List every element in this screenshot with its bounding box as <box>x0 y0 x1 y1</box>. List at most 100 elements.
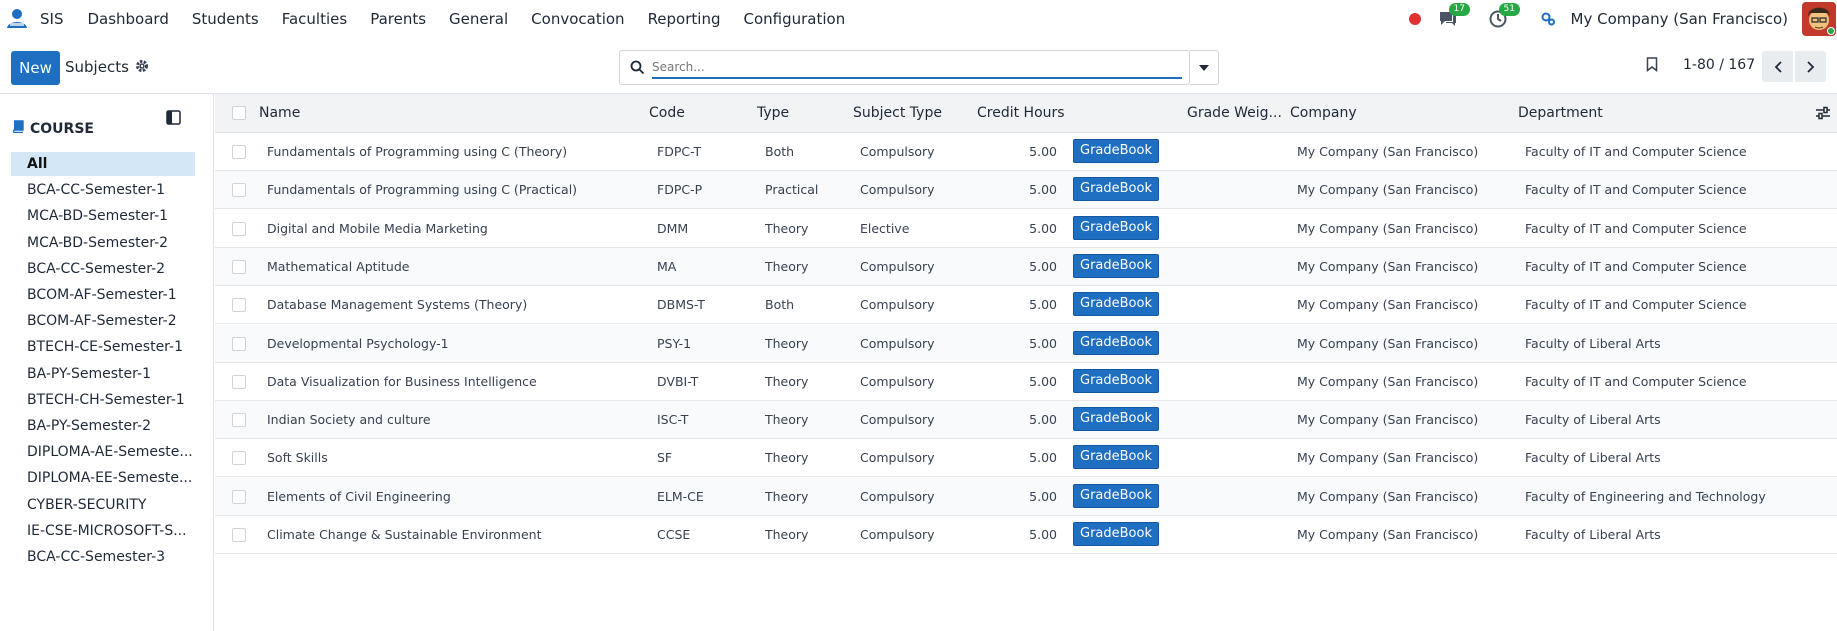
row-checkbox[interactable] <box>232 298 246 313</box>
row-checkbox[interactable] <box>232 145 246 159</box>
menu-faculties[interactable]: Faculties <box>282 10 347 28</box>
cell-company: My Company (San Francisco) <box>1297 450 1479 466</box>
cell-credit-hours: 5.00 <box>1029 220 1057 236</box>
cell-subject-type: Compulsory <box>860 527 935 542</box>
cell-code: MA <box>657 258 677 274</box>
cell-name: Soft Skills <box>267 450 328 466</box>
row-checkbox[interactable] <box>232 221 246 236</box>
gradebook-button[interactable]: GradeBook <box>1073 292 1159 317</box>
menu-reporting[interactable]: Reporting <box>648 10 721 28</box>
messages-icon[interactable]: 17 <box>1437 2 1470 30</box>
row-checkbox[interactable] <box>232 183 246 198</box>
sidebar-item-course[interactable]: BA-PY-Semester-2 <box>11 414 195 438</box>
app-logo-icon[interactable] <box>4 6 30 32</box>
gradebook-button[interactable]: GradeBook <box>1073 445 1159 470</box>
sidebar-item-course[interactable]: MCA-BD-Semester-2 <box>11 231 195 255</box>
cell-company: My Company (San Francisco) <box>1297 144 1479 159</box>
optional-columns-icon[interactable] <box>1815 106 1831 124</box>
row-checkbox[interactable] <box>232 489 246 504</box>
table-row[interactable]: Elements of Civil Engineering ELM-CE Theor… <box>215 477 1837 516</box>
table-row[interactable]: Database Management Systems (Theory) DBMS… <box>215 286 1837 325</box>
app-name[interactable]: SIS <box>40 10 63 28</box>
cell-type: Theory <box>765 488 809 504</box>
table-row[interactable]: Digital and Mobile Media Marketing DMM The… <box>215 210 1837 248</box>
cell-name: Fundamentals of Programming using C (The… <box>267 144 568 159</box>
table-row[interactable]: Soft Skills SF Theory Compulsory 5.00 GradeBo… <box>215 439 1837 478</box>
row-checkbox[interactable] <box>232 374 246 389</box>
switch-company-icon[interactable] <box>1537 8 1559 30</box>
menu-parents[interactable]: Parents <box>370 10 426 28</box>
column-credit-hours[interactable]: Credit Hours <box>977 105 1065 121</box>
select-all-checkbox[interactable] <box>232 106 246 120</box>
bookmark-icon[interactable] <box>1646 57 1658 76</box>
table-row[interactable]: Indian Society and culture ISC-T Theory Com… <box>215 401 1837 440</box>
row-checkbox[interactable] <box>232 451 246 466</box>
menu-convocation[interactable]: Convocation <box>531 10 624 28</box>
table-row[interactable]: Developmental Psychology-1 PSY-1 Theory Com… <box>215 324 1837 363</box>
gradebook-button[interactable]: GradeBook <box>1073 253 1159 278</box>
gradebook-button[interactable]: GradeBook <box>1073 139 1159 163</box>
cell-credit-hours: 5.00 <box>1029 488 1057 504</box>
table-row[interactable]: Climate Change & Sustainable Environment… <box>215 516 1837 554</box>
column-company[interactable]: Company <box>1290 105 1357 121</box>
gradebook-button[interactable]: GradeBook <box>1073 330 1159 355</box>
column-code[interactable]: Code <box>649 105 685 121</box>
sidebar-item-course[interactable]: CYBER-SECURITY <box>11 493 195 517</box>
sidebar-item-course[interactable]: MCA-BD-Semester-1 <box>11 204 195 228</box>
column-department[interactable]: Department <box>1518 105 1603 121</box>
menu-dashboard[interactable]: Dashboard <box>87 10 168 28</box>
cell-name: Data Visualization for Business Intellig… <box>267 373 537 389</box>
cell-subject-type: Compulsory <box>860 450 935 466</box>
menu-students[interactable]: Students <box>192 10 259 28</box>
column-subject-type[interactable]: Subject Type <box>853 105 942 121</box>
search-input[interactable] <box>652 57 1182 79</box>
table-row[interactable]: Fundamentals of Programming using C (Pra… <box>215 171 1837 210</box>
gradebook-button[interactable]: GradeBook <box>1073 483 1159 508</box>
gradebook-button[interactable]: GradeBook <box>1073 368 1159 393</box>
activities-icon[interactable]: 51 <box>1487 2 1520 30</box>
pager-value[interactable]: 1-80 / 167 <box>1683 57 1755 73</box>
row-checkbox[interactable] <box>232 336 246 351</box>
sidebar-item-course[interactable]: BCA-CC-Semester-2 <box>11 257 195 281</box>
sidebar-item-course[interactable]: BTECH-CH-Semester-1 <box>11 388 195 412</box>
column-type[interactable]: Type <box>757 105 789 121</box>
cell-department: Faculty of Liberal Arts <box>1525 335 1661 351</box>
pager-next-button[interactable] <box>1795 51 1826 82</box>
sidebar-collapse-icon[interactable] <box>166 110 181 129</box>
cell-type: Theory <box>765 335 809 351</box>
sidebar-item-course[interactable]: DIPLOMA-EE-Semeste... <box>11 466 195 490</box>
cell-department: Faculty of Engineering and Technology <box>1525 488 1766 504</box>
sidebar-item-course[interactable]: BCOM-AF-Semester-2 <box>11 309 195 333</box>
sidebar-item-course[interactable]: IE-CSE-MICROSOFT-S... <box>11 519 195 543</box>
sidebar-item-course[interactable]: BTECH-CE-Semester-1 <box>11 335 195 359</box>
sidebar-item-course[interactable]: BCOM-AF-Semester-1 <box>11 283 195 307</box>
pager-previous-button[interactable] <box>1762 51 1793 82</box>
sidebar-item-all[interactable]: All <box>11 152 195 176</box>
gear-icon[interactable] <box>135 59 149 77</box>
record-icon[interactable] <box>1408 12 1421 25</box>
gradebook-button[interactable]: GradeBook <box>1073 177 1159 202</box>
column-name[interactable]: Name <box>259 105 300 121</box>
table-row[interactable]: Fundamentals of Programming using C (The… <box>215 133 1837 171</box>
cell-code: FDPC-T <box>657 144 702 159</box>
sidebar-item-course[interactable]: BCA-CC-Semester-3 <box>11 545 195 569</box>
menu-configuration[interactable]: Configuration <box>743 10 845 28</box>
new-button[interactable]: New <box>11 51 60 85</box>
company-switcher[interactable]: My Company (San Francisco) <box>1571 10 1788 28</box>
cell-code: PSY-1 <box>657 335 692 351</box>
row-checkbox[interactable] <box>232 259 246 274</box>
search-options-toggle[interactable] <box>1190 50 1219 85</box>
row-checkbox[interactable] <box>232 413 246 428</box>
user-avatar[interactable] <box>1802 1 1836 36</box>
sidebar-item-course[interactable]: BCA-CC-Semester-1 <box>11 178 195 202</box>
gradebook-button[interactable]: GradeBook <box>1073 407 1159 432</box>
row-checkbox[interactable] <box>232 528 246 542</box>
gradebook-button[interactable]: GradeBook <box>1073 215 1159 240</box>
gradebook-button[interactable]: GradeBook <box>1073 522 1159 546</box>
table-row[interactable]: Mathematical Aptitude MA Theory Compulsory 5… <box>215 247 1837 286</box>
sidebar-item-course[interactable]: DIPLOMA-AE-Semeste... <box>11 440 195 464</box>
sidebar-item-course[interactable]: BA-PY-Semester-1 <box>11 362 195 386</box>
column-grade-weight[interactable]: Grade Weig... <box>1187 105 1282 121</box>
table-row[interactable]: Data Visualization for Business Intellig… <box>215 363 1837 401</box>
menu-general[interactable]: General <box>449 10 508 28</box>
